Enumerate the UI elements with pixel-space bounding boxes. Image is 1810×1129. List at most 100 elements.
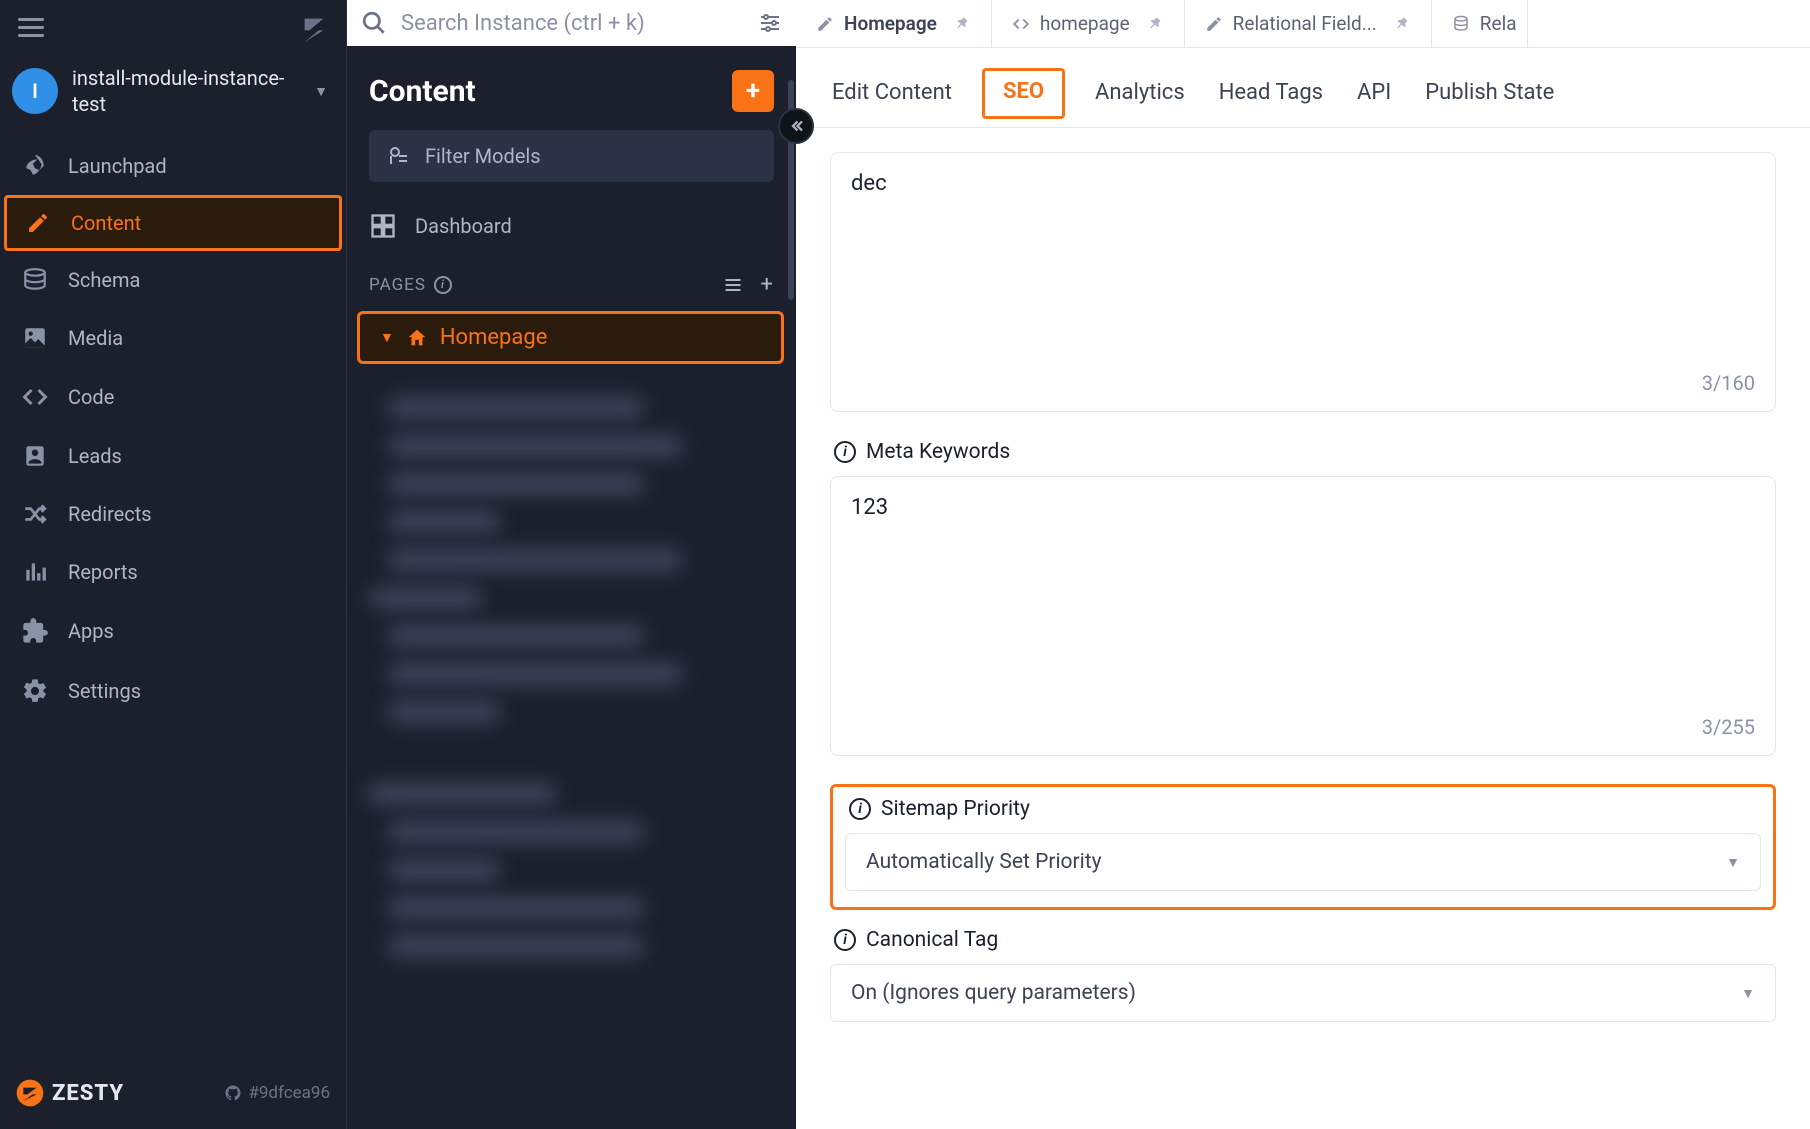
dashboard-icon bbox=[369, 212, 397, 240]
shuffle-icon bbox=[20, 501, 50, 527]
blurred-content-list bbox=[347, 372, 796, 1129]
dashboard-label: Dashboard bbox=[415, 214, 512, 238]
sidebar-item-label: Schema bbox=[68, 268, 140, 292]
subtab-head-tags[interactable]: Head Tags bbox=[1215, 70, 1327, 127]
tab-label: Homepage bbox=[844, 12, 937, 35]
sidebar-item-schema[interactable]: Schema bbox=[0, 251, 346, 309]
add-content-button[interactable]: + bbox=[732, 70, 774, 112]
select-value: Automatically Set Priority bbox=[866, 850, 1102, 874]
code-icon bbox=[1012, 15, 1030, 33]
rocket-icon bbox=[20, 153, 50, 179]
sidebar-item-label: Redirects bbox=[68, 502, 152, 526]
filter-label: Filter Models bbox=[425, 144, 541, 168]
info-icon[interactable]: i bbox=[834, 441, 856, 463]
select-value: On (Ignores query parameters) bbox=[851, 981, 1136, 1005]
instance-switcher[interactable]: I install-module-instance-test ▼ bbox=[0, 51, 346, 137]
sidebar-item-label: Apps bbox=[68, 619, 114, 643]
info-icon[interactable]: i bbox=[434, 276, 452, 294]
scrollbar[interactable] bbox=[786, 60, 796, 1129]
search-bar[interactable] bbox=[347, 0, 796, 46]
pin-icon[interactable] bbox=[1392, 12, 1415, 35]
sidebar-item-label: Launchpad bbox=[68, 154, 167, 178]
sidebar-item-label: Media bbox=[68, 326, 123, 350]
sitemap-priority-block: i Sitemap Priority Automatically Set Pri… bbox=[830, 784, 1776, 910]
menu-icon[interactable] bbox=[12, 12, 50, 43]
info-icon[interactable]: i bbox=[849, 798, 871, 820]
tab-label: homepage bbox=[1040, 12, 1130, 35]
meta-keywords-field[interactable]: 123 3/255 bbox=[830, 476, 1776, 756]
sidebar-item-launchpad[interactable]: Launchpad bbox=[0, 137, 346, 195]
brand-mark-icon bbox=[300, 14, 328, 42]
chevron-down-icon: ▼ bbox=[380, 329, 394, 346]
sitemap-priority-label: i Sitemap Priority bbox=[849, 797, 1761, 821]
tab-homepage-code[interactable]: homepage bbox=[992, 0, 1185, 47]
database-icon bbox=[20, 267, 50, 293]
avatar: I bbox=[12, 68, 58, 114]
sidebar-item-label: Code bbox=[68, 385, 114, 409]
chevron-down-icon: ▼ bbox=[1741, 985, 1755, 1002]
sidebar-item-code[interactable]: Code bbox=[0, 367, 346, 427]
sidebar-item-settings[interactable]: Settings bbox=[0, 661, 346, 721]
puzzle-icon bbox=[20, 617, 50, 645]
home-icon bbox=[406, 327, 428, 349]
subtab-analytics[interactable]: Analytics bbox=[1091, 70, 1189, 127]
tab-rela-schema[interactable]: Rela bbox=[1432, 0, 1528, 47]
subtab-seo[interactable]: SEO bbox=[982, 68, 1065, 119]
pencil-icon bbox=[23, 211, 53, 235]
content-subtabs: Edit Content SEO Analytics Head Tags API… bbox=[796, 48, 1810, 128]
add-page-icon[interactable]: + bbox=[761, 272, 774, 297]
meta-description-field[interactable]: dec 3/160 bbox=[830, 152, 1776, 412]
gear-icon bbox=[20, 677, 50, 705]
sidebar-item-media[interactable]: Media bbox=[0, 309, 346, 367]
sidebar-item-leads[interactable]: Leads bbox=[0, 427, 346, 485]
main-area: Homepage homepage Relational Field... Re… bbox=[796, 0, 1810, 1129]
meta-description-value: dec bbox=[851, 171, 887, 196]
subtab-api[interactable]: API bbox=[1353, 70, 1395, 127]
tab-label: Relational Field... bbox=[1233, 12, 1377, 35]
subtab-edit-content[interactable]: Edit Content bbox=[828, 70, 956, 127]
list-icon[interactable] bbox=[723, 275, 743, 295]
chevron-down-icon: ▼ bbox=[314, 83, 328, 100]
sidebar-item-label: Content bbox=[71, 211, 141, 235]
char-counter: 3/255 bbox=[1702, 715, 1755, 739]
search-icon bbox=[361, 10, 387, 36]
search-input[interactable] bbox=[401, 11, 744, 36]
pencil-icon bbox=[816, 15, 834, 33]
tab-homepage-content[interactable]: Homepage bbox=[796, 0, 992, 47]
tab-label: Rela bbox=[1480, 12, 1517, 35]
subtab-publish-state[interactable]: Publish State bbox=[1421, 70, 1558, 127]
commit-hash[interactable]: #9dfcea96 bbox=[224, 1083, 330, 1103]
char-counter: 3/160 bbox=[1702, 371, 1755, 395]
open-tabs: Homepage homepage Relational Field... Re… bbox=[796, 0, 1810, 48]
pin-icon[interactable] bbox=[1144, 12, 1167, 35]
meta-keywords-value: 123 bbox=[851, 495, 888, 520]
sidebar-item-apps[interactable]: Apps bbox=[0, 601, 346, 661]
info-icon[interactable]: i bbox=[834, 929, 856, 951]
sidebar-item-label: Leads bbox=[68, 444, 122, 468]
sidebar-item-reports[interactable]: Reports bbox=[0, 543, 346, 601]
canonical-tag-select[interactable]: On (Ignores query parameters) ▼ bbox=[830, 964, 1776, 1022]
sidebar-item-content[interactable]: Content bbox=[4, 195, 342, 251]
sitemap-priority-select[interactable]: Automatically Set Priority ▼ bbox=[845, 833, 1761, 891]
pencil-icon bbox=[1205, 15, 1223, 33]
filter-models-input[interactable]: Filter Models bbox=[369, 130, 774, 182]
sidebar-item-redirects[interactable]: Redirects bbox=[0, 485, 346, 543]
page-item-homepage[interactable]: ▼ Homepage bbox=[357, 311, 784, 364]
sidebar: I install-module-instance-test ▼ Launchp… bbox=[0, 0, 346, 1129]
collapse-panel-button[interactable] bbox=[778, 108, 814, 144]
tune-icon[interactable] bbox=[758, 11, 782, 35]
contacts-icon bbox=[20, 443, 50, 469]
bar-chart-icon bbox=[20, 559, 50, 585]
meta-keywords-label: i Meta Keywords bbox=[834, 440, 1776, 464]
content-panel: Content + Filter Models Dashboard PAGES … bbox=[346, 0, 796, 1129]
page-item-label: Homepage bbox=[440, 325, 548, 350]
pin-icon[interactable] bbox=[952, 12, 975, 35]
pages-section-label: PAGES bbox=[369, 275, 426, 295]
image-icon bbox=[20, 325, 50, 351]
dashboard-link[interactable]: Dashboard bbox=[347, 198, 796, 254]
content-panel-title: Content bbox=[369, 74, 476, 109]
filter-icon bbox=[387, 144, 411, 168]
code-icon bbox=[20, 383, 50, 411]
sidebar-item-label: Reports bbox=[68, 560, 138, 584]
tab-relational-field[interactable]: Relational Field... bbox=[1185, 0, 1432, 47]
